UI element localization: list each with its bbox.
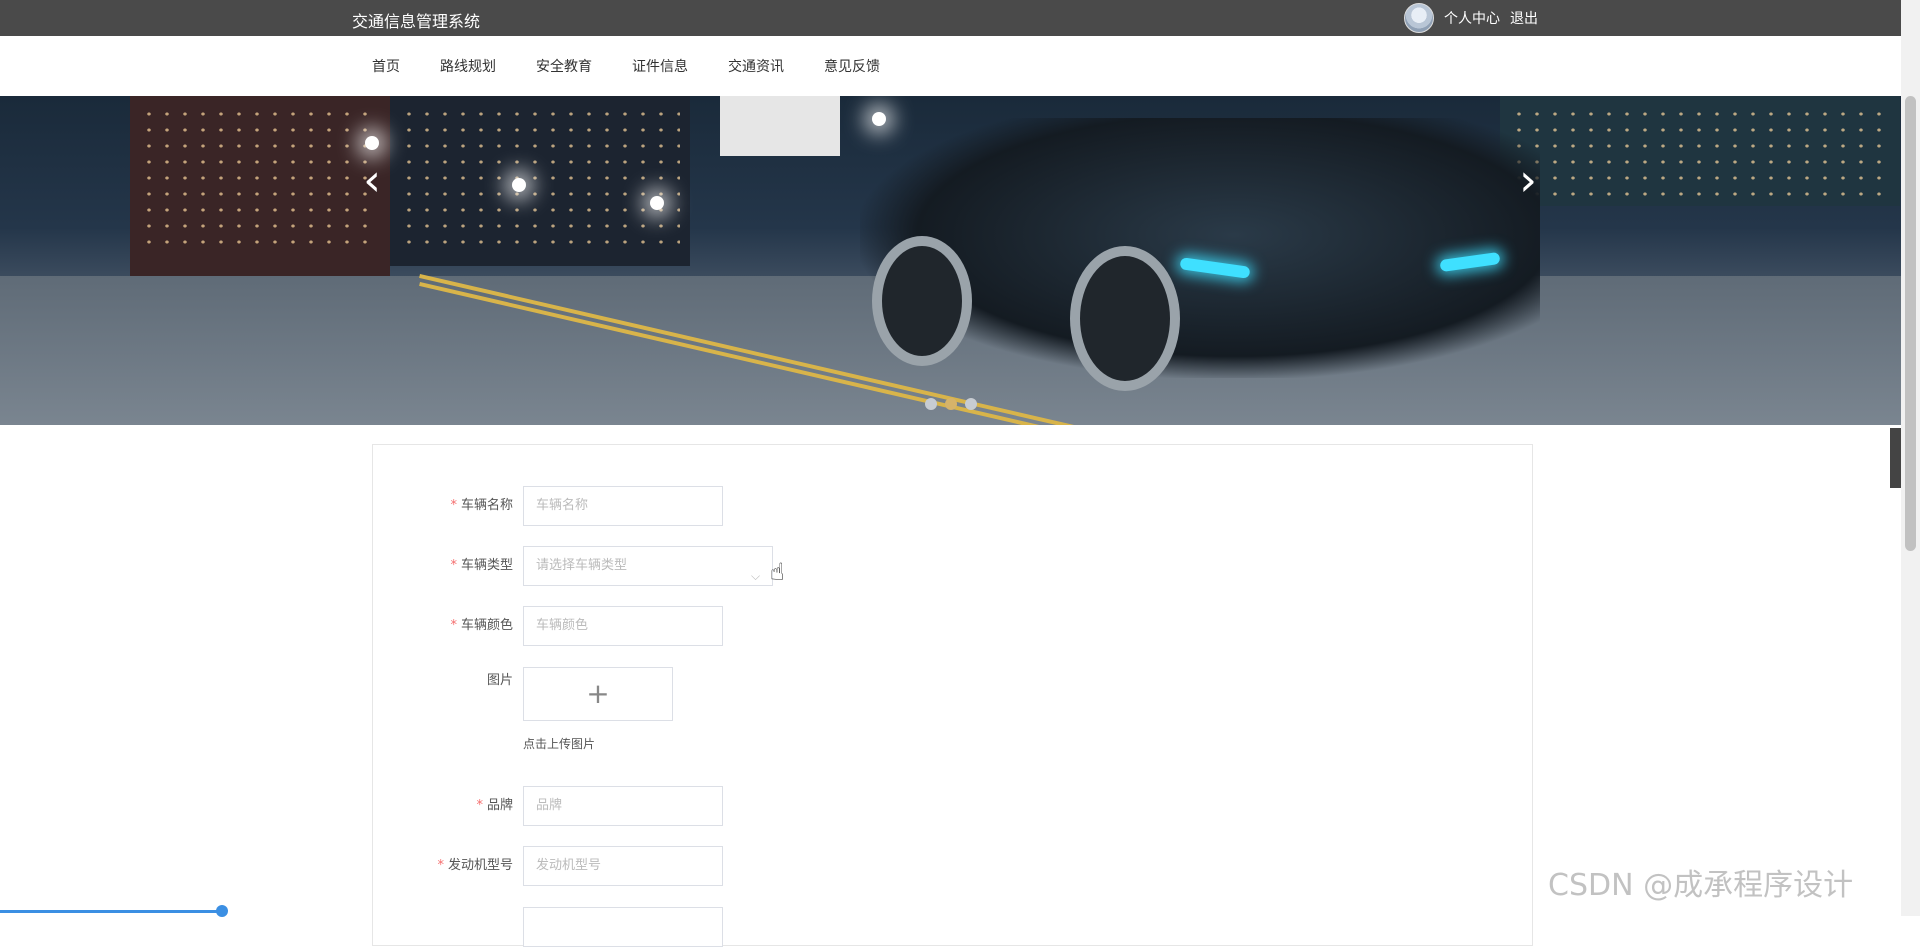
nav-item-certificates[interactable]: 证件信息	[612, 56, 708, 76]
page-scrollbar[interactable]	[1901, 0, 1920, 916]
banner-carousel: ‹ ›	[0, 96, 1901, 425]
vehicle-form-card: * 车辆名称 车辆名称 * 车辆类型 请选择车辆类型 ⌵ * 车辆颜色 车辆颜色 图片…	[372, 444, 1533, 947]
vehicle-color-label: * 车辆颜色	[353, 606, 513, 646]
brand-label-text: 品牌	[486, 798, 513, 813]
image-label: 图片	[486, 673, 513, 688]
carousel-dot[interactable]	[925, 398, 937, 410]
street-light	[365, 136, 379, 150]
brand-label: * 品牌	[353, 786, 513, 826]
main-nav: 首页 路线规划 安全教育 证件信息 交通资讯 意见反馈	[0, 36, 1901, 96]
carousel-prev-icon[interactable]: ‹	[352, 156, 392, 206]
street-light	[650, 196, 664, 210]
street-light	[512, 178, 526, 192]
vehicle-type-label: * 车辆类型	[353, 546, 513, 586]
banner-windows	[1510, 106, 1890, 196]
car-wheel	[1070, 246, 1180, 391]
engine-model-label-text: 发动机型号	[447, 858, 513, 873]
vehicle-type-placeholder: 请选择车辆类型	[536, 558, 628, 573]
form-row-vehicle-type: * 车辆类型 请选择车辆类型 ⌵	[373, 546, 1532, 586]
form-row-brand: * 品牌 品牌	[373, 786, 1532, 826]
carousel-dots	[925, 398, 977, 410]
next-field-input[interactable]	[523, 907, 723, 947]
image-upload-hint: 点击上传图片	[523, 737, 596, 751]
top-bar: 交通信息管理系统 个人中心 退出	[0, 0, 1901, 36]
form-row-engine-model: * 发动机型号 发动机型号	[373, 846, 1532, 886]
mouse-pointer-icon: ☝	[770, 558, 785, 586]
user-center-link[interactable]: 个人中心	[1444, 8, 1500, 28]
required-mark: *	[437, 858, 444, 873]
form-row-vehicle-name: * 车辆名称 车辆名称	[373, 486, 1532, 526]
watermark: CSDN @成承程序设计	[1548, 868, 1854, 903]
vehicle-name-input[interactable]: 车辆名称	[523, 486, 723, 526]
nav-item-traffic-news[interactable]: 交通资讯	[708, 56, 804, 76]
chevron-down-icon: ⌵	[751, 569, 761, 583]
avatar[interactable]	[1404, 3, 1434, 33]
image-upload-button[interactable]: +	[523, 667, 673, 721]
car-wheel	[872, 236, 972, 366]
nav-item-feedback[interactable]: 意见反馈	[804, 56, 900, 76]
site-title: 交通信息管理系统	[352, 12, 481, 31]
engine-model-input[interactable]: 发动机型号	[523, 846, 723, 886]
nav-item-home[interactable]: 首页	[352, 56, 420, 76]
logout-link[interactable]: 退出	[1510, 8, 1538, 28]
vehicle-type-label-text: 车辆类型	[460, 558, 513, 573]
form-row-image: 图片 + 点击上传图片	[373, 667, 1532, 763]
required-mark: *	[450, 618, 457, 633]
required-mark: *	[450, 498, 457, 513]
scrollbar-thumb[interactable]	[1905, 96, 1916, 551]
banner-windows	[400, 106, 680, 246]
banner-windows	[140, 106, 380, 256]
nav-item-safety-education[interactable]: 安全教育	[516, 56, 612, 76]
carousel-dot[interactable]	[945, 398, 957, 410]
user-area: 个人中心 退出	[1404, 3, 1538, 33]
engine-model-label: * 发动机型号	[353, 846, 513, 886]
vehicle-name-label-text: 车辆名称	[460, 498, 513, 513]
brand-input[interactable]: 品牌	[523, 786, 723, 826]
video-progress-knob[interactable]	[216, 905, 228, 917]
banner-building	[720, 96, 840, 156]
nav-item-route-planning[interactable]: 路线规划	[420, 56, 516, 76]
required-mark: *	[476, 798, 483, 813]
vehicle-color-label-text: 车辆颜色	[460, 618, 513, 633]
carousel-dot[interactable]	[965, 398, 977, 410]
vehicle-name-label: * 车辆名称	[353, 486, 513, 526]
vehicle-type-select[interactable]: 请选择车辆类型 ⌵	[523, 546, 773, 586]
form-row-next	[373, 907, 1532, 947]
carousel-next-icon[interactable]: ›	[1508, 156, 1548, 206]
vehicle-color-input[interactable]: 车辆颜色	[523, 606, 723, 646]
video-progress-bar[interactable]	[0, 910, 222, 913]
required-mark: *	[450, 558, 457, 573]
form-row-vehicle-color: * 车辆颜色 车辆颜色	[373, 606, 1532, 646]
